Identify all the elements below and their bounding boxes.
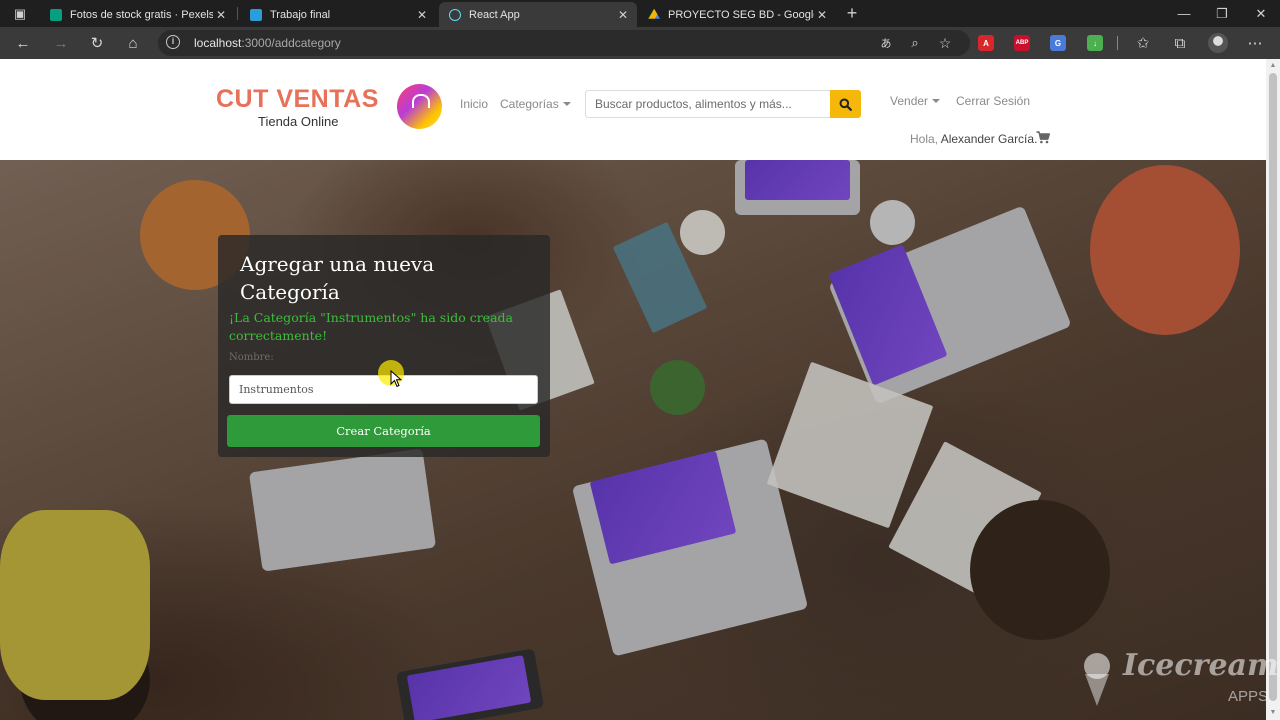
toolbar-divider [1117,36,1118,50]
search-icon [839,98,852,111]
page-scrollbar[interactable]: ▲ ▼ [1266,59,1280,720]
logo-brand: CUT VENTAS [216,85,379,113]
cart-icon[interactable] [1036,131,1050,149]
tab-actions-icon[interactable]: ▣ [2,0,38,27]
add-category-card: Agregar una nueva Categoría ¡La Categorí… [218,235,550,457]
tab-react-app[interactable]: React App ✕ [439,2,637,27]
tab-google-drive[interactable]: PROYECTO SEG BD - Google Dri ✕ [638,2,836,27]
watermark-line2: APPS [1228,688,1269,705]
tab-label: React App [469,8,520,21]
site-logo[interactable]: CUT VENTAS Tienda Online [216,83,446,133]
greeting-prefix: Hola, [910,132,939,146]
restore-icon[interactable]: ❐ [1204,0,1240,27]
browser-toolbar: ← → ↻ ⌂ i localhost:3000/addcategory あ ⌕… [0,27,1280,59]
logo-tagline: Tienda Online [258,114,339,129]
hero-background-photo [0,160,1266,720]
tab-label: Trabajo final [270,8,331,21]
chevron-down-icon [562,102,571,106]
form-title: Agregar una nueva Categoría [240,252,435,304]
translate-extension-icon[interactable]: G [1050,35,1066,51]
search-bar [585,90,861,118]
back-icon[interactable]: ← [11,31,35,55]
download-extension-icon[interactable]: ↓ [1087,35,1103,51]
nav-sell-dropdown[interactable]: Vender [890,94,941,108]
more-menu-icon[interactable]: ⋯ [1243,31,1267,55]
google-drive-favicon-icon [648,8,660,19]
home-icon[interactable]: ⌂ [121,31,145,55]
tab-pexels[interactable]: Fotos de stock gratis · Pexels ✕ [40,2,235,27]
nav-home-link[interactable]: Inicio [460,97,488,111]
search-input[interactable] [585,90,831,118]
refresh-icon[interactable]: ↻ [85,31,109,55]
create-category-button[interactable]: Crear Categoría [227,415,540,447]
chevron-down-icon [932,99,941,103]
favorites-icon[interactable]: ✩ [1131,31,1155,55]
site-info-icon[interactable]: i [166,35,180,49]
user-greeting: Hola, Alexander García. [910,132,1037,146]
tab-close-icon[interactable]: ✕ [814,8,830,22]
tab-label: Fotos de stock gratis · Pexels [70,8,213,21]
scroll-up-icon[interactable]: ▲ [1269,62,1277,70]
user-name: Alexander García. [940,132,1038,146]
site-navbar: CUT VENTAS Tienda Online Inicio Categorí… [0,59,1266,160]
web-page: CUT VENTAS Tienda Online Inicio Categorí… [0,59,1266,720]
tab-close-icon[interactable]: ✕ [213,8,229,22]
icecream-apps-watermark: Icecream APPS [1078,644,1279,714]
logout-link[interactable]: Cerrar Sesión [956,94,1030,108]
success-message: ¡La Categoría "Instrumentos" ha sido cre… [229,310,513,343]
collections-icon[interactable]: ⧉ [1168,31,1192,55]
address-url: localhost:3000/addcategory [194,36,341,50]
watermark-line1: Icecream [1123,648,1279,683]
read-aloud-icon[interactable]: あ [874,31,898,55]
pexels-favicon-icon [50,8,62,21]
zoom-icon[interactable]: ⌕ [903,31,927,55]
nav-categories-dropdown[interactable]: Categorías [500,97,571,111]
scroll-down-icon[interactable]: ▼ [1269,709,1277,717]
mouse-pointer-icon [390,370,402,388]
ice-cream-cone-icon [1084,653,1110,706]
sell-label: Vender [890,94,929,108]
shopping-bag-logo-icon [397,84,442,129]
name-label: Nombre: [229,352,274,363]
categories-label: Categorías [500,97,559,111]
adblock-plus-icon[interactable]: ABP [1014,35,1030,51]
profile-avatar[interactable] [1206,31,1230,55]
search-button[interactable] [830,90,861,118]
tab-separator [237,7,238,20]
tab-trabajo-final[interactable]: Trabajo final ✕ [240,2,436,27]
tab-close-icon[interactable]: ✕ [615,8,631,22]
tab-label: PROYECTO SEG BD - Google Dri [668,8,814,21]
url-host: localhost [194,36,242,50]
url-path: :3000/addcategory [241,36,341,50]
hero-overlay [0,160,1266,720]
forward-icon[interactable]: → [49,31,73,55]
favorite-star-icon[interactable]: ☆ [933,31,957,55]
image-favicon-icon [250,8,262,21]
minimize-icon[interactable]: — [1166,0,1202,27]
address-bar[interactable]: i localhost:3000/addcategory あ ⌕ ☆ [158,30,970,56]
browser-tab-strip: ▣ Fotos de stock gratis · Pexels ✕ Traba… [0,0,1280,27]
tab-close-icon[interactable]: ✕ [414,8,430,22]
react-favicon-icon [449,8,461,21]
close-window-icon[interactable]: ✕ [1243,0,1279,27]
adobe-extension-icon[interactable]: A [978,35,994,51]
new-tab-icon[interactable]: + [842,2,862,24]
scrollbar-thumb[interactable] [1269,73,1277,701]
